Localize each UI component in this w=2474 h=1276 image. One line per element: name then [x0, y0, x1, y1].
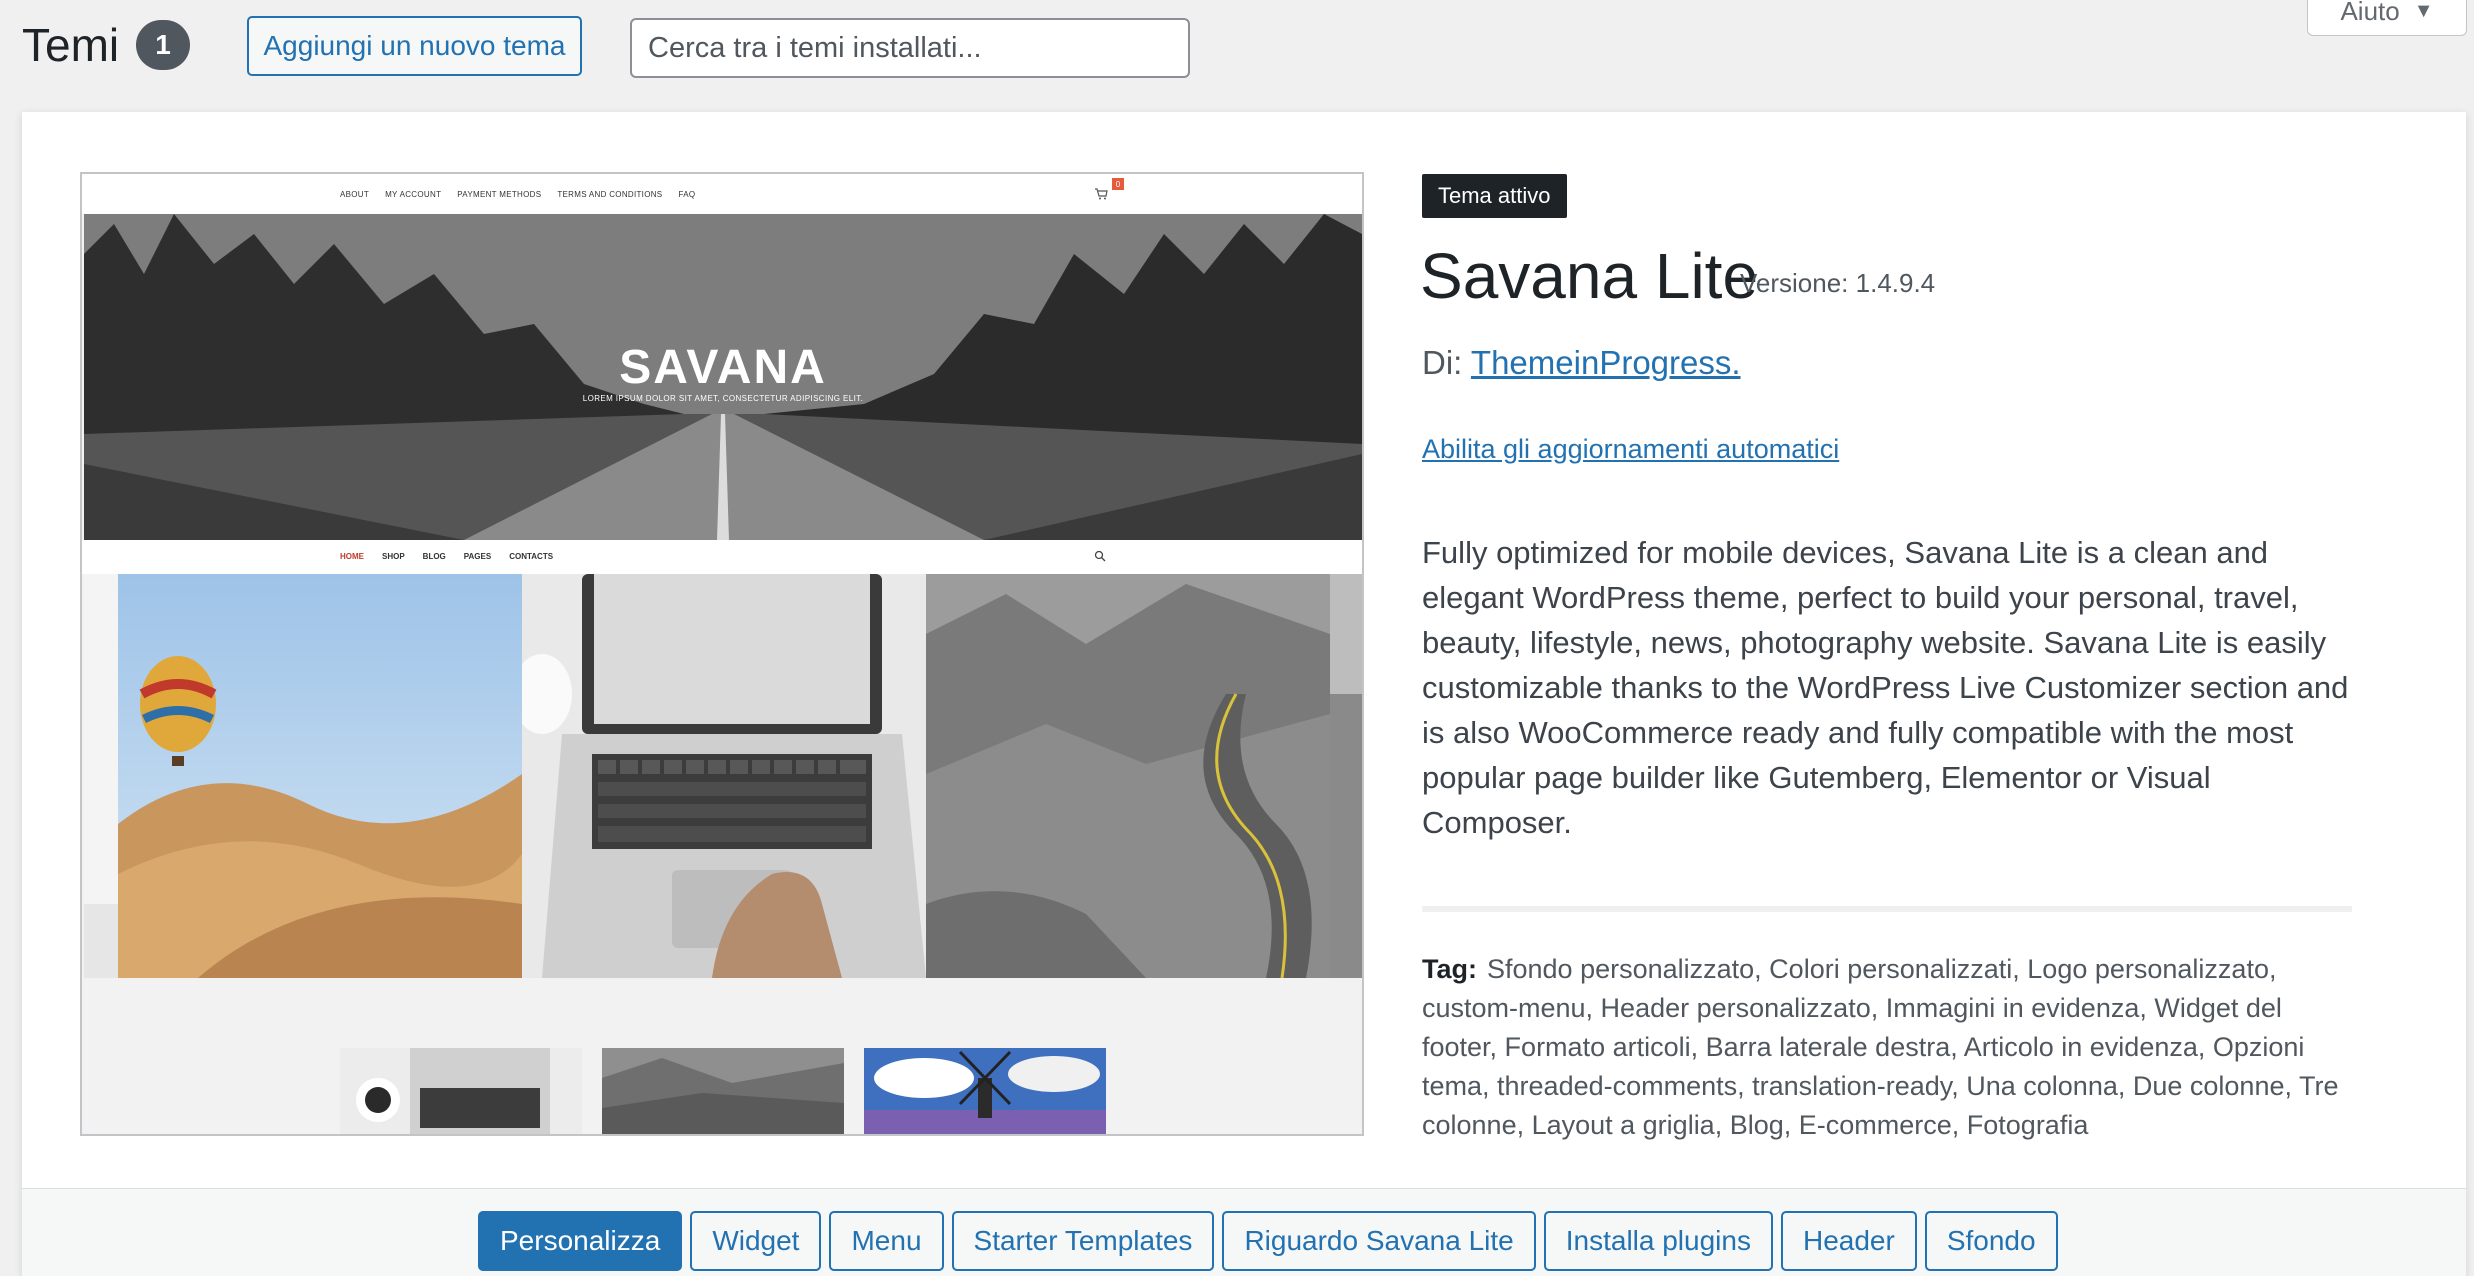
- slide-edge-left: [84, 574, 118, 978]
- slide-mountain-road: [926, 574, 1330, 978]
- preview-thumbnails: [82, 978, 1362, 1134]
- preview-hero-title: SAVANA: [619, 341, 827, 394]
- preview-top-nav: ABOUT MY ACCOUNT PAYMENT METHODS TERMS A…: [82, 174, 1362, 214]
- theme-screenshot: ABOUT MY ACCOUNT PAYMENT METHODS TERMS A…: [80, 172, 1364, 1136]
- theme-description: Fully optimized for mobile devices, Sava…: [1422, 535, 2349, 840]
- header-button[interactable]: Header: [1780, 1211, 1917, 1271]
- enable-auto-updates-link[interactable]: Abilita gli aggiornamenti automatici: [1422, 434, 1839, 465]
- tags-label: Tag:: [1422, 954, 1477, 984]
- theme-author: Di: ThemeinProgress.: [1422, 344, 1741, 382]
- preview-slider: [84, 574, 1362, 978]
- theme-name: Savana Lite: [1420, 240, 1759, 312]
- help-tab[interactable]: Aiuto ▼: [2307, 0, 2467, 36]
- page-header: Temi 1 Aggiungi un nuovo tema Aiuto ▼: [0, 0, 2474, 110]
- preview-nav-item: MY ACCOUNT: [385, 190, 442, 199]
- tags-list: Sfondo personalizzato, Colori personaliz…: [1422, 954, 2339, 1140]
- page-title: Temi: [22, 19, 120, 71]
- slide-desert-balloon: [118, 574, 522, 978]
- preview-main-nav-item: CONTACTS: [509, 552, 554, 561]
- theme-tags: Tag: Sfondo personalizzato, Colori person…: [1422, 950, 2362, 1145]
- background-button[interactable]: Sfondo: [1924, 1211, 2058, 1271]
- widgets-button[interactable]: Widget: [690, 1211, 822, 1271]
- menus-button[interactable]: Menu: [829, 1211, 944, 1271]
- preview-main-nav-item: BLOG: [422, 552, 446, 561]
- thumbnail-windmill: [864, 1048, 1106, 1134]
- preview-hero-subtitle: LOREM IPSUM DOLOR SIT AMET, CONSECTETUR …: [582, 394, 864, 403]
- thumbnail-mountain-road: [602, 1048, 844, 1134]
- preview-main-nav-item: PAGES: [463, 552, 492, 561]
- theme-details-panel: ABOUT MY ACCOUNT PAYMENT METHODS TERMS A…: [22, 112, 2466, 1276]
- preview-main-nav-item: SHOP: [382, 552, 405, 561]
- preview-nav-item: ABOUT: [340, 190, 370, 199]
- about-theme-button[interactable]: Riguardo Savana Lite: [1222, 1211, 1536, 1271]
- cart-icon: [1095, 188, 1108, 200]
- slide-laptop: [522, 574, 926, 978]
- starter-templates-button[interactable]: Starter Templates: [951, 1211, 1215, 1271]
- preview-main-nav: HOME SHOP BLOG PAGES CONTACTS: [82, 540, 1362, 574]
- search-installed-themes-input[interactable]: [630, 18, 1190, 78]
- thumbnail-laptop: [340, 1048, 582, 1134]
- divider: [1422, 906, 2352, 912]
- preview-nav-item: PAYMENT METHODS: [457, 190, 542, 199]
- author-prefix: Di:: [1422, 344, 1463, 381]
- install-plugins-button[interactable]: Installa plugins: [1543, 1211, 1773, 1271]
- active-theme-badge: Tema attivo: [1422, 174, 1567, 218]
- preview-nav-item: FAQ: [678, 190, 696, 199]
- theme-count-badge: 1: [136, 20, 190, 70]
- theme-version: Versione: 1.4.9.4: [1740, 268, 1936, 298]
- add-new-theme-button[interactable]: Aggiungi un nuovo tema: [247, 16, 582, 76]
- author-link[interactable]: ThemeinProgress.: [1471, 344, 1741, 381]
- search-icon: [1094, 550, 1106, 562]
- caret-down-icon: ▼: [2413, 0, 2434, 22]
- customize-button[interactable]: Personalizza: [478, 1211, 683, 1271]
- preview-nav-item: TERMS AND CONDITIONS: [557, 190, 663, 199]
- theme-actions-bar: Personalizza Widget Menu Starter Templat…: [22, 1188, 2466, 1276]
- help-label: Aiuto: [2340, 0, 2400, 26]
- preview-hero-image: SAVANA LOREM IPSUM DOLOR SIT AMET, CONSE…: [84, 214, 1362, 540]
- preview-main-nav-item: HOME: [340, 552, 364, 561]
- slide-edge-right: [1330, 574, 1362, 978]
- preview-cart-count: 0: [1112, 178, 1124, 190]
